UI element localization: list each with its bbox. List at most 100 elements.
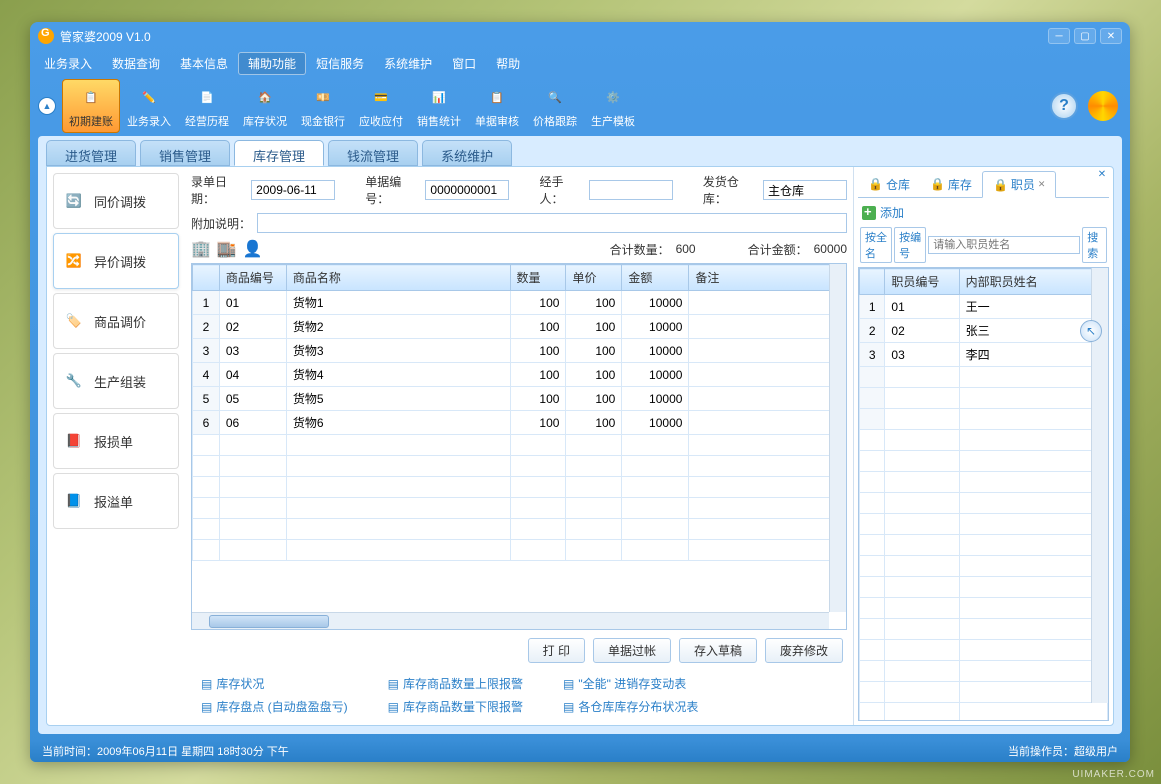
table-row[interactable]: 303货物310010010000 bbox=[193, 339, 846, 363]
table-row[interactable]: 505货物510010010000 bbox=[193, 387, 846, 411]
table-row-empty[interactable] bbox=[193, 435, 846, 456]
sidebar-same-price-transfer[interactable]: 🔄同价调拨 bbox=[53, 173, 179, 229]
sidebar-diff-price-transfer[interactable]: 🔀异价调拨 bbox=[53, 233, 179, 289]
total-qty-label: 合计数量： bbox=[610, 241, 670, 258]
grid-vscrollbar[interactable] bbox=[829, 264, 846, 612]
staff-row-empty bbox=[860, 409, 1108, 430]
print-button[interactable]: 打 印 bbox=[528, 638, 585, 663]
docno-input[interactable] bbox=[425, 180, 509, 200]
discard-button[interactable]: 废弃修改 bbox=[765, 638, 843, 663]
table-row[interactable]: 404货物410010010000 bbox=[193, 363, 846, 387]
main-tab-2[interactable]: 库存管理 bbox=[234, 140, 324, 166]
menu-3[interactable]: 辅助功能 bbox=[238, 52, 306, 75]
filter-code-button[interactable]: 按编号 bbox=[894, 227, 926, 263]
grid-header-0[interactable] bbox=[193, 265, 220, 291]
scroll-arrow-icon[interactable]: ↖ bbox=[1080, 320, 1102, 342]
business-entry-button[interactable]: ✏️业务录入 bbox=[120, 79, 178, 133]
table-row-empty[interactable] bbox=[193, 540, 846, 561]
staff-grid[interactable]: 职员编号内部职员姓名101王一202张三303李四 ↖ bbox=[858, 267, 1109, 721]
cash-bank-button[interactable]: 💴现金银行 bbox=[294, 79, 352, 133]
add-button[interactable]: 添加 bbox=[858, 198, 1109, 227]
filter-fullname-button[interactable]: 按全名 bbox=[860, 227, 892, 263]
panel-close-button[interactable]: ✕ bbox=[1095, 169, 1109, 183]
sidebar-production-assembly[interactable]: 🔧生产组装 bbox=[53, 353, 179, 409]
grid-header-5[interactable]: 金额 bbox=[622, 265, 689, 291]
note-input[interactable] bbox=[257, 213, 847, 233]
table-row[interactable]: 101货物110010010000 bbox=[193, 291, 846, 315]
building1-icon[interactable]: 🏢 bbox=[191, 239, 211, 259]
audit-button[interactable]: 📋单据审核 bbox=[468, 79, 526, 133]
draft-button[interactable]: 存入草稿 bbox=[679, 638, 757, 663]
collapse-toolbar-button[interactable]: ▲ bbox=[38, 97, 56, 115]
grid-header-4[interactable]: 单价 bbox=[566, 265, 622, 291]
post-button[interactable]: 单据过帐 bbox=[593, 638, 671, 663]
link[interactable]: ▤ 库存商品数量下限报警 bbox=[388, 698, 523, 715]
grid-header-1[interactable]: 商品编号 bbox=[219, 265, 286, 291]
receivable-button[interactable]: 💳应收应付 bbox=[352, 79, 410, 133]
disc-icon[interactable] bbox=[1088, 91, 1118, 121]
prod-template-button[interactable]: ⚙️生产模板 bbox=[584, 79, 642, 133]
minimize-button[interactable]: ─ bbox=[1048, 28, 1070, 44]
sidebar-loss-report[interactable]: 📕报损单 bbox=[53, 413, 179, 469]
link[interactable]: ▤ "全能" 进销存变动表 bbox=[563, 675, 698, 692]
sidebar-overflow-report[interactable]: 📘报溢单 bbox=[53, 473, 179, 529]
staff-row[interactable]: 202张三 bbox=[860, 319, 1108, 343]
search-button[interactable]: 搜索 bbox=[1082, 227, 1107, 263]
link[interactable]: ▤ 库存盘点 (自动盘盈盘亏) bbox=[201, 698, 348, 715]
menu-5[interactable]: 系统维护 bbox=[374, 52, 442, 75]
date-input[interactable] bbox=[251, 180, 335, 200]
history-button[interactable]: 📄经营历程 bbox=[178, 79, 236, 133]
main-tab-1[interactable]: 销售管理 bbox=[140, 140, 230, 166]
link[interactable]: ▤ 库存状况 bbox=[201, 675, 348, 692]
goods-grid[interactable]: 商品编号商品名称数量单价金额备注101货物110010010000202货物21… bbox=[191, 263, 847, 630]
warehouse-input[interactable] bbox=[763, 180, 847, 200]
staff-row[interactable]: 101王一 bbox=[860, 295, 1108, 319]
table-row[interactable]: 606货物610010010000 bbox=[193, 411, 846, 435]
table-row-empty[interactable] bbox=[193, 456, 846, 477]
table-row-empty[interactable] bbox=[193, 519, 846, 540]
menu-1[interactable]: 数据查询 bbox=[102, 52, 170, 75]
right-tab-0[interactable]: 🔒仓库 bbox=[858, 171, 920, 197]
menu-2[interactable]: 基本信息 bbox=[170, 52, 238, 75]
close-button[interactable]: ✕ bbox=[1100, 28, 1122, 44]
menu-7[interactable]: 帮助 bbox=[486, 52, 530, 75]
right-tab-2[interactable]: 🔒职员✕ bbox=[982, 171, 1057, 198]
list-icon: ▤ bbox=[563, 700, 574, 714]
staff-search-input[interactable] bbox=[928, 236, 1080, 254]
link[interactable]: ▤ 库存商品数量上限报警 bbox=[388, 675, 523, 692]
initial-account-button[interactable]: 📋初期建账 bbox=[62, 79, 120, 133]
staff-header-1[interactable]: 职员编号 bbox=[885, 269, 959, 295]
grid-header-2[interactable]: 商品名称 bbox=[286, 265, 510, 291]
menu-4[interactable]: 短信服务 bbox=[306, 52, 374, 75]
tab-close-icon[interactable]: ✕ bbox=[1038, 179, 1046, 190]
main-tab-0[interactable]: 进货管理 bbox=[46, 140, 136, 166]
main-tab-4[interactable]: 系统维护 bbox=[422, 140, 512, 166]
building2-icon[interactable]: 🏬 bbox=[217, 239, 237, 259]
grid-header-3[interactable]: 数量 bbox=[510, 265, 566, 291]
maximize-button[interactable]: ▢ bbox=[1074, 28, 1096, 44]
inventory-status-button[interactable]: 🏠库存状况 bbox=[236, 79, 294, 133]
price-track-button[interactable]: 🔍价格跟踪 bbox=[526, 79, 584, 133]
staff-header-0[interactable] bbox=[860, 269, 885, 295]
grid-hscrollbar[interactable] bbox=[192, 612, 829, 629]
menu-6[interactable]: 窗口 bbox=[442, 52, 486, 75]
lock-icon: 🔒 bbox=[993, 178, 1008, 192]
table-row[interactable]: 202货物210010010000 bbox=[193, 315, 846, 339]
sidebar-price-adjust[interactable]: 🏷️商品调价 bbox=[53, 293, 179, 349]
sales-stats-button[interactable]: 📊销售统计 bbox=[410, 79, 468, 133]
side-icon-3: 🔧 bbox=[64, 371, 84, 391]
table-row-empty[interactable] bbox=[193, 498, 846, 519]
handler-input[interactable] bbox=[589, 180, 673, 200]
right-tab-1[interactable]: 🔒库存 bbox=[920, 171, 982, 197]
person-icon[interactable]: 👤 bbox=[243, 239, 263, 259]
grid-header-6[interactable]: 备注 bbox=[689, 265, 846, 291]
main-tab-3[interactable]: 钱流管理 bbox=[328, 140, 418, 166]
link[interactable]: ▤ 各仓库库存分布状况表 bbox=[563, 698, 698, 715]
table-row-empty[interactable] bbox=[193, 477, 846, 498]
staff-row-empty bbox=[860, 661, 1108, 682]
staff-row[interactable]: 303李四 bbox=[860, 343, 1108, 367]
help-icon[interactable]: ? bbox=[1050, 92, 1078, 120]
titlebar[interactable]: 管家婆2009 V1.0 ─ ▢ ✕ bbox=[30, 22, 1130, 50]
menu-0[interactable]: 业务录入 bbox=[34, 52, 102, 75]
staff-header-2[interactable]: 内部职员姓名 bbox=[959, 269, 1107, 295]
